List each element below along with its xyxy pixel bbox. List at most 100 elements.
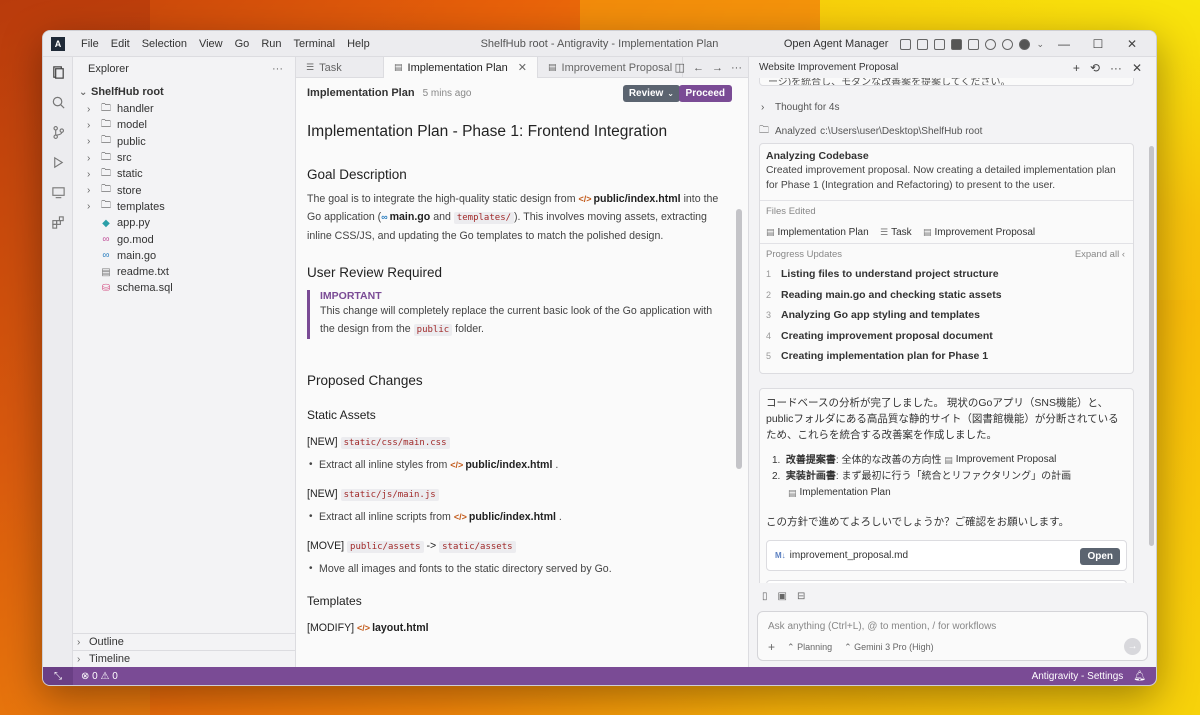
tab-label: Implementation Plan: [407, 61, 508, 74]
avatar[interactable]: [1019, 38, 1031, 50]
deliverable-file-label: Implementation Plan: [799, 487, 891, 498]
add-icon[interactable]: +: [768, 640, 775, 654]
file-readme[interactable]: ▤ readme.txt: [73, 264, 295, 280]
gear-icon[interactable]: [1002, 38, 1014, 50]
account-icon[interactable]: [985, 38, 997, 50]
chevron-right-icon: ›: [87, 119, 91, 131]
menu-edit[interactable]: Edit: [105, 38, 136, 50]
history-icon[interactable]: ⟲: [1090, 61, 1100, 75]
tab-implementation-plan[interactable]: ▤ Implementation Plan ✕: [384, 57, 539, 78]
tab-improvement-proposal[interactable]: ▤ Improvement Proposal: [538, 57, 684, 78]
problems-indicator[interactable]: ⊗ 0 ⚠ 0: [81, 671, 118, 682]
close-button[interactable]: ✕: [1118, 37, 1146, 51]
folder-public[interactable]: › 🗀 public: [73, 134, 295, 150]
scrollbar-thumb[interactable]: [736, 209, 742, 469]
settings-status[interactable]: Antigravity - Settings: [1032, 671, 1124, 682]
close-icon[interactable]: ✕: [1132, 61, 1142, 75]
deliverable-file-link[interactable]: ▤ Implementation Plan: [788, 485, 891, 501]
folder-model[interactable]: › 🗀 model: [73, 117, 295, 133]
expand-all-button[interactable]: Expand all ‹: [1075, 249, 1125, 260]
folder-store[interactable]: › 🗀 store: [73, 182, 295, 198]
menu-run[interactable]: Run: [255, 38, 287, 50]
run-debug-icon[interactable]: [43, 147, 73, 177]
arrow-right-icon[interactable]: →: [712, 62, 723, 74]
edited-file-link[interactable]: ▤ Implementation Plan: [766, 227, 869, 238]
file-attach-icon[interactable]: ▯: [762, 591, 768, 602]
menu-go[interactable]: Go: [229, 38, 256, 50]
file-schema-sql[interactable]: ⛁ schema.sql: [73, 280, 295, 296]
app-logo-icon[interactable]: A: [51, 36, 65, 51]
timeline-section[interactable]: › Timeline: [73, 650, 295, 667]
extensions-icon[interactable]: [43, 207, 73, 237]
send-button[interactable]: →: [1124, 638, 1141, 655]
split-editor-icon[interactable]: ◫: [675, 61, 685, 74]
search-icon[interactable]: [43, 87, 73, 117]
analyzed-path[interactable]: c:\Users\user\Desktop\ShelfHub root: [820, 126, 982, 137]
remote-indicator-icon[interactable]: ⤡: [43, 667, 73, 685]
maximize-button[interactable]: ☐: [1084, 37, 1112, 51]
open-agent-manager-button[interactable]: Open Agent Manager: [784, 38, 889, 50]
thought-toggle[interactable]: › Thought for 4s: [761, 102, 839, 113]
workspace-root[interactable]: ⌄ ShelfHub root: [73, 83, 295, 101]
toggle-panel-icon[interactable]: [934, 38, 946, 50]
notifications-icon[interactable]: 🔔︎: [1133, 671, 1146, 682]
source-control-icon[interactable]: [43, 117, 73, 147]
more-actions-icon[interactable]: ···: [272, 63, 283, 75]
menu-view[interactable]: View: [193, 38, 229, 50]
editor-scrollbar[interactable]: [736, 109, 742, 659]
folder-static[interactable]: › 🗀 static: [73, 166, 295, 182]
new-chat-icon[interactable]: +: [1073, 61, 1080, 75]
edited-file-link[interactable]: ☰ Task: [880, 227, 912, 238]
title-bar: A File Edit Selection View Go Run Termin…: [43, 31, 1156, 57]
file-link[interactable]: </> public/index.html: [454, 511, 556, 523]
menu-file[interactable]: File: [75, 38, 105, 50]
file-link[interactable]: </> public/index.html: [578, 193, 680, 205]
file-main-go[interactable]: ∞ main.go: [73, 248, 295, 264]
attachment-file: M↓ improvement_proposal.md: [775, 550, 908, 561]
remote-explorer-icon[interactable]: [43, 177, 73, 207]
edited-file-link[interactable]: ▤ Improvement Proposal: [923, 227, 1035, 238]
chevron-down-icon[interactable]: ⌄: [1036, 39, 1044, 50]
proceed-button[interactable]: Proceed: [678, 85, 732, 102]
toggle-sidebar-icon[interactable]: [917, 38, 929, 50]
goal-text: The goal is to integrate the high-qualit…: [307, 193, 576, 205]
attachment-card[interactable]: M↓ improvement_proposal.md Open: [766, 540, 1127, 571]
more-actions-icon[interactable]: ···: [731, 62, 742, 74]
outline-section[interactable]: › Outline: [73, 633, 295, 650]
more-actions-icon[interactable]: ···: [1110, 61, 1122, 75]
minimize-button[interactable]: —: [1050, 37, 1078, 51]
agent-scrollbar[interactable]: [1149, 146, 1154, 546]
arrow-left-icon[interactable]: ←: [693, 62, 704, 74]
image-attach-icon[interactable]: ▣: [778, 591, 787, 602]
document-icon: ▤: [766, 227, 775, 237]
menu-terminal[interactable]: Terminal: [288, 38, 342, 50]
file-link-label: layout.html: [372, 622, 429, 634]
deliverable-file-link[interactable]: ▤ Improvement Proposal: [944, 452, 1056, 468]
file-app-py[interactable]: ◆ app.py: [73, 215, 295, 231]
close-tab-icon[interactable]: ✕: [518, 61, 527, 74]
folder-icon: 🗀: [101, 200, 111, 212]
menu-bar: File Edit Selection View Go Run Terminal…: [75, 38, 376, 50]
review-button[interactable]: Review ⌄: [622, 85, 680, 102]
folder-src[interactable]: › 🗀 src: [73, 150, 295, 166]
menu-selection[interactable]: Selection: [136, 38, 193, 50]
explorer-icon[interactable]: [43, 57, 73, 87]
chat-input[interactable]: Ask anything (Ctrl+L), @ to mention, / f…: [757, 611, 1148, 661]
model-selector[interactable]: ⌃ Gemini 3 Pro (High): [844, 642, 934, 653]
folder-handler[interactable]: › 🗀 handler: [73, 101, 295, 117]
menu-help[interactable]: Help: [341, 38, 376, 50]
folder-templates[interactable]: › 🗀 templates: [73, 199, 295, 215]
open-file-button[interactable]: Open: [1080, 548, 1120, 565]
bullet-text: Extract all inline scripts from: [319, 511, 451, 523]
file-link[interactable]: </> public/index.html: [450, 459, 552, 471]
toggle-agent-icon[interactable]: [951, 38, 963, 50]
tab-task[interactable]: ☰ Task: [296, 57, 384, 78]
mode-selector[interactable]: ⌃ Planning: [787, 642, 832, 653]
split-icon[interactable]: [968, 38, 980, 50]
progress-step: 4 Creating improvement proposal document: [766, 326, 1127, 347]
file-go-mod[interactable]: ∞ go.mod: [73, 231, 295, 247]
file-link[interactable]: </> layout.html: [357, 622, 429, 634]
layout-icon[interactable]: [900, 38, 912, 50]
context-icon[interactable]: ⊟: [797, 591, 805, 602]
file-link[interactable]: ∞ main.go: [381, 211, 430, 223]
